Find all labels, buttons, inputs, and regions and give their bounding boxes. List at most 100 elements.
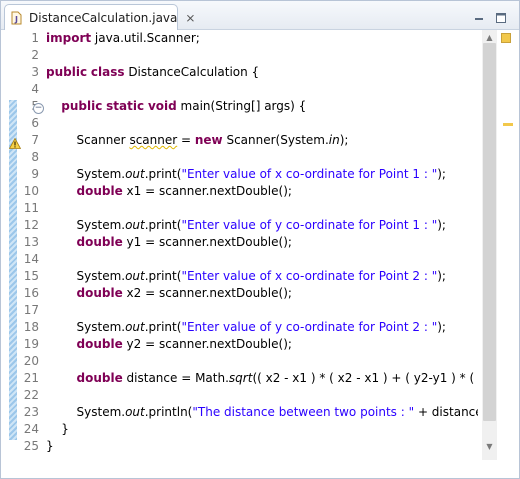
code-line: System.out.print("Enter value of y co-or… [46, 319, 446, 336]
java-file-icon: J [10, 11, 23, 25]
code-line: Scanner scanner = new Scanner(System.in)… [46, 132, 349, 149]
code-token: double [76, 184, 123, 198]
code-token: "Enter value of y co-ordinate for Point … [181, 320, 438, 334]
tab-title: DistanceCalculation.java [29, 10, 178, 25]
code-token: double [76, 286, 123, 300]
code-token: out [125, 320, 145, 334]
code-token: java.util.Scanner; [91, 31, 200, 45]
code-token: = [177, 133, 195, 147]
code-token: y2 = scanner.nextDouble(); [122, 337, 292, 351]
code-line: System.out.println("The distance between… [46, 404, 478, 421]
code-token: Scanner(System. [222, 133, 329, 147]
code-line: System.out.print("Enter value of y co-or… [46, 217, 446, 234]
code-token: out [125, 269, 145, 283]
code-token: .println( [144, 405, 193, 419]
code-line: double y1 = scanner.nextDouble(); [46, 234, 292, 251]
code-line: double distance = Math.sqrt(( x2 - x1 ) … [46, 370, 478, 387]
code-token: DistanceCalculation { [124, 65, 260, 79]
code-token: .print( [144, 320, 182, 334]
line-number: 4 [31, 82, 39, 96]
code-token: Scanner [46, 133, 130, 147]
maximize-icon[interactable] [495, 9, 507, 23]
code-line: double x1 = scanner.nextDouble(); [46, 183, 292, 200]
overview-ruler [498, 30, 518, 468]
fold-toggle-icon[interactable]: − [33, 103, 44, 114]
line-number: 6 [31, 116, 39, 130]
overview-status-icon [501, 33, 511, 43]
code-token: out [125, 218, 145, 232]
overview-warning-marker[interactable] [503, 123, 513, 126]
code-token: class [90, 65, 125, 79]
code-token: } [46, 439, 54, 453]
code-token: ); [437, 320, 446, 334]
line-number: 19 [23, 337, 39, 351]
code-line: double x2 = scanner.nextDouble(); [46, 285, 292, 302]
code-token: public [46, 65, 88, 79]
code-line: System.out.print("Enter value of x co-or… [46, 268, 446, 285]
line-number: 7 [31, 133, 39, 147]
code-token: (( x2 - x1 ) * ( x2 - x1 ) + ( y2-y1 ) *… [252, 371, 478, 385]
line-number: 16 [23, 286, 39, 300]
code-token: scanner [129, 133, 178, 147]
code-line: public static void main(String[] args) { [46, 98, 306, 115]
code-token: "Enter value of y co-ordinate for Point … [181, 218, 438, 232]
line-number-gutter: 1234567891011121314151617181920212223242… [19, 30, 43, 468]
code-editor[interactable]: 1234567891011121314151617181920212223242… [1, 30, 519, 468]
code-token: static [106, 99, 145, 113]
code-token: import [46, 31, 92, 45]
code-token: ); [437, 218, 446, 232]
code-line: double y2 = scanner.nextDouble(); [46, 336, 292, 353]
line-number: 20 [23, 354, 39, 368]
editor-window: J DistanceCalculation.java ⨯ 12345678910… [0, 0, 520, 479]
code-token: System. [46, 269, 126, 283]
code-token: in [328, 133, 340, 147]
line-number: 15 [23, 269, 39, 283]
scope-indicator [9, 100, 17, 440]
tab-bar: J DistanceCalculation.java ⨯ [1, 1, 519, 30]
line-number: 25 [23, 439, 39, 453]
line-number: 12 [23, 218, 39, 232]
vertical-scrollbar[interactable]: ▲ ▼ [482, 30, 497, 460]
line-number: 11 [23, 201, 39, 215]
code-token: System. [46, 405, 126, 419]
scroll-up-icon[interactable]: ▲ [484, 33, 495, 42]
code-line: import java.util.Scanner; [46, 30, 200, 47]
line-number: 2 [31, 48, 39, 62]
code-token: new [194, 133, 223, 147]
line-number: 8 [31, 150, 39, 164]
code-token: .print( [144, 269, 182, 283]
minimize-icon[interactable] [473, 9, 485, 21]
close-icon[interactable]: ⨯ [185, 11, 195, 25]
line-number: 3 [31, 65, 39, 79]
line-number: 21 [23, 371, 39, 385]
code-area[interactable]: import java.util.Scanner; public class Di… [46, 30, 478, 468]
code-token: System. [46, 167, 126, 181]
code-token: } [46, 422, 69, 436]
line-number: 14 [23, 252, 39, 266]
tab-distance-calculation[interactable]: J DistanceCalculation.java ⨯ [4, 4, 195, 30]
code-token: ); [437, 167, 446, 181]
code-token: System. [46, 218, 126, 232]
line-number: 22 [23, 388, 39, 402]
code-token: void [147, 99, 177, 113]
code-token: out [125, 167, 145, 181]
scrollbar-thumb[interactable] [483, 43, 496, 421]
code-token: System. [46, 320, 126, 334]
line-number: 17 [23, 303, 39, 317]
code-token: .print( [144, 167, 182, 181]
code-token: x1 = scanner.nextDouble(); [122, 184, 292, 198]
code-token: y1 = scanner.nextDouble(); [122, 235, 292, 249]
line-number: 10 [23, 184, 39, 198]
code-token: + distance); [417, 405, 478, 419]
code-token: "Enter value of x co-ordinate for Point … [181, 167, 438, 181]
code-line: public class DistanceCalculation { [46, 64, 259, 81]
svg-text:J: J [14, 15, 18, 24]
scroll-down-icon[interactable]: ▼ [484, 442, 495, 451]
code-line: System.out.print("Enter value of x co-or… [46, 166, 446, 183]
line-number: 9 [31, 167, 39, 181]
